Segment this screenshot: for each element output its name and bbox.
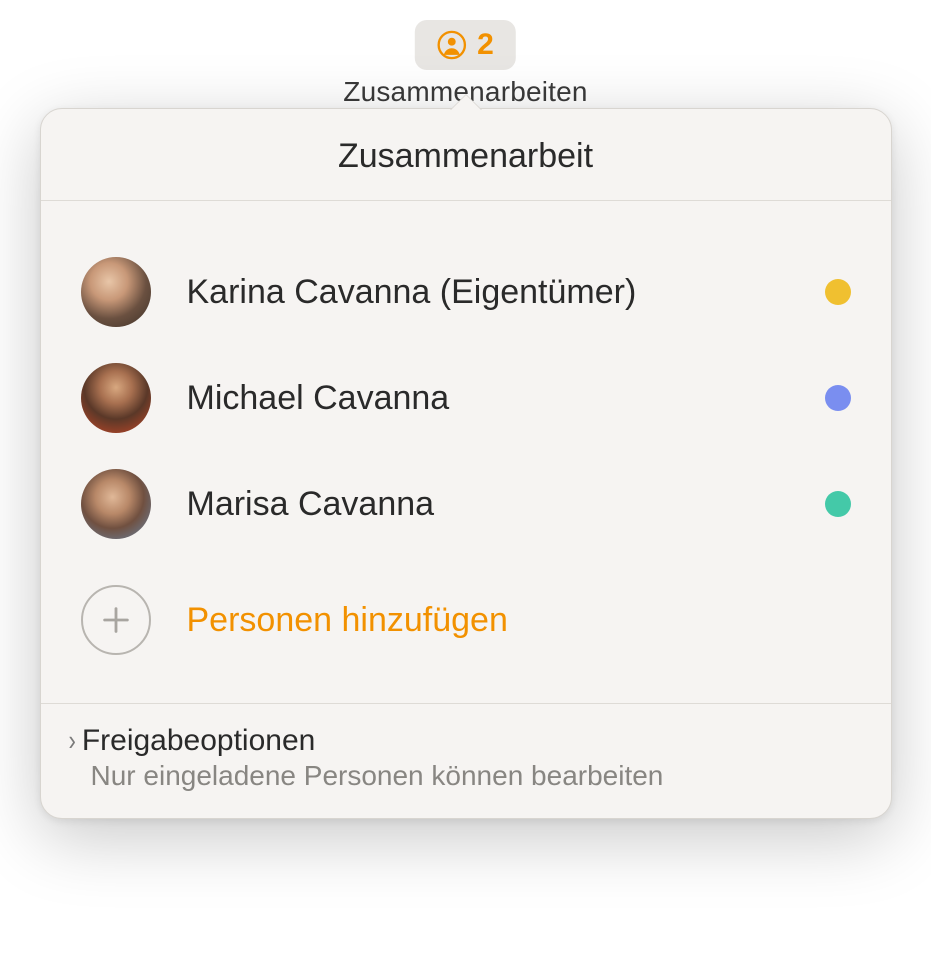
share-options-subtitle: Nur eingeladene Personen können bearbeit… xyxy=(91,760,863,792)
participant-row[interactable]: Michael Cavanna xyxy=(81,345,851,451)
avatar xyxy=(81,363,151,433)
share-options-title: Freigabeoptionen xyxy=(82,724,316,758)
presence-dot xyxy=(825,385,851,411)
avatar xyxy=(81,257,151,327)
collaboration-popover: Zusammenarbeit Karina Cavanna (Eigentüme… xyxy=(40,108,892,819)
popover-header: Zusammenarbeit xyxy=(41,109,891,201)
share-options-header: › Freigabeoptionen xyxy=(69,724,863,758)
collaborator-count: 2 xyxy=(477,28,494,62)
avatar xyxy=(81,469,151,539)
share-options-row[interactable]: › Freigabeoptionen Nur eingeladene Perso… xyxy=(41,703,891,818)
collaborate-button[interactable]: 2 xyxy=(415,20,516,70)
participant-name: Michael Cavanna xyxy=(187,379,809,418)
add-people-label: Personen hinzufügen xyxy=(187,601,508,640)
plus-icon xyxy=(81,585,151,655)
participant-name: Karina Cavanna (Eigentümer) xyxy=(187,273,809,312)
presence-dot xyxy=(825,491,851,517)
participant-name: Marisa Cavanna xyxy=(187,485,809,524)
person-circle-icon xyxy=(437,30,467,60)
popover-title: Zusammenarbeit xyxy=(41,137,891,176)
chevron-right-icon: › xyxy=(69,724,76,758)
add-people-button[interactable]: Personen hinzufügen xyxy=(81,557,851,683)
participants-list: Karina Cavanna (Eigentümer) Michael Cava… xyxy=(41,201,891,703)
presence-dot xyxy=(825,279,851,305)
participant-row[interactable]: Marisa Cavanna xyxy=(81,451,851,557)
participant-row[interactable]: Karina Cavanna (Eigentümer) xyxy=(81,239,851,345)
